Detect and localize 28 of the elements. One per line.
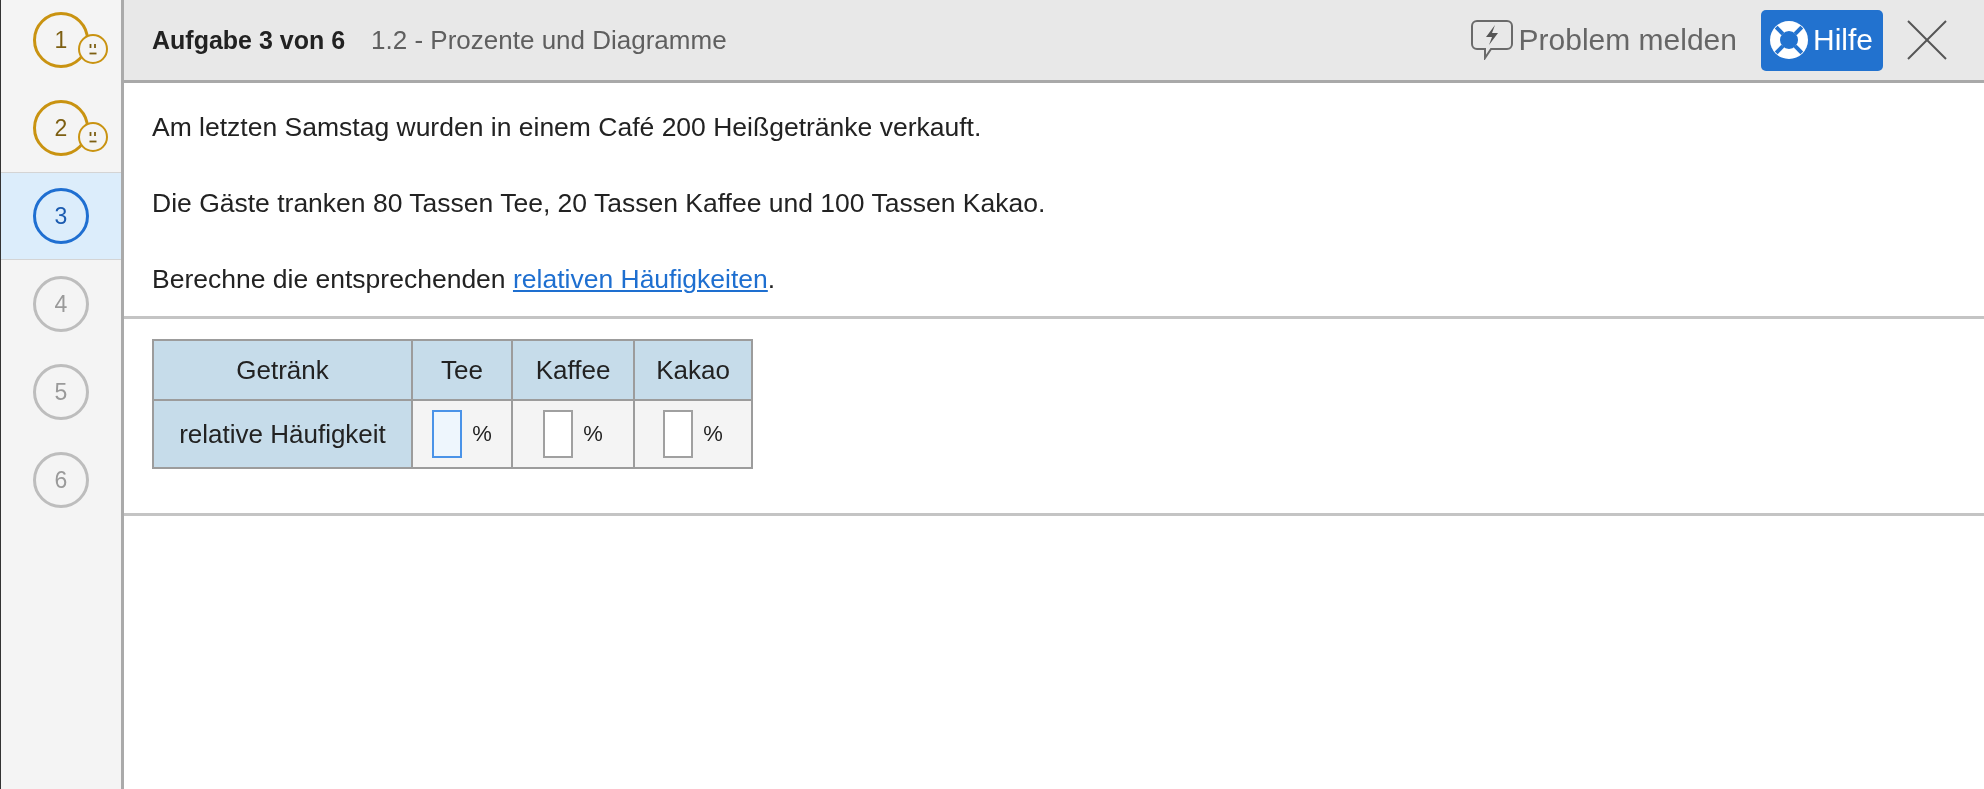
column-header: Kaffee: [512, 340, 634, 400]
row-header: relative Häufigkeit: [153, 400, 412, 468]
glossary-link[interactable]: relativen Häufigkeiten: [512, 264, 768, 294]
task-tab[interactable]: 3: [1, 172, 121, 260]
column-header: Kakao: [634, 340, 752, 400]
unit-label: %: [703, 421, 723, 446]
speech-bubble-icon: [1470, 20, 1513, 60]
report-problem-button[interactable]: Problem melden: [1470, 20, 1737, 60]
lifebuoy-icon: [1769, 20, 1809, 60]
task-text: Die Gäste tranken 80 Tassen Tee, 20 Tassen Kaffee und 100 Tassen Kakao.: [152, 187, 1047, 219]
column-header: Getränk: [153, 340, 412, 400]
answer-field[interactable]: [432, 410, 463, 458]
task-counter: Aufgabe 3 von 6: [152, 25, 346, 55]
help-button[interactable]: Hilfe: [1761, 9, 1883, 71]
answer-field[interactable]: [543, 410, 574, 458]
answer-field[interactable]: [663, 410, 694, 458]
task-text: Am letzten Samstag wurden in einem Café 200 Heißgetränke verkauft.: [152, 111, 983, 143]
close-button[interactable]: [1907, 20, 1947, 60]
column-header: Tee: [412, 340, 512, 400]
close-icon: [1907, 20, 1947, 60]
unit-label: %: [472, 421, 492, 446]
topic-title: 1.2 - Prozente und Diagramme: [371, 24, 727, 56]
task-number: 3: [33, 188, 89, 244]
task-number: 4: [33, 276, 89, 332]
task-number: 5: [33, 364, 89, 420]
unit-label: %: [583, 421, 603, 446]
task-text: Berechne die entsprechenden relativen Häufigkeiten.: [152, 263, 777, 295]
task-number: 6: [33, 452, 89, 508]
